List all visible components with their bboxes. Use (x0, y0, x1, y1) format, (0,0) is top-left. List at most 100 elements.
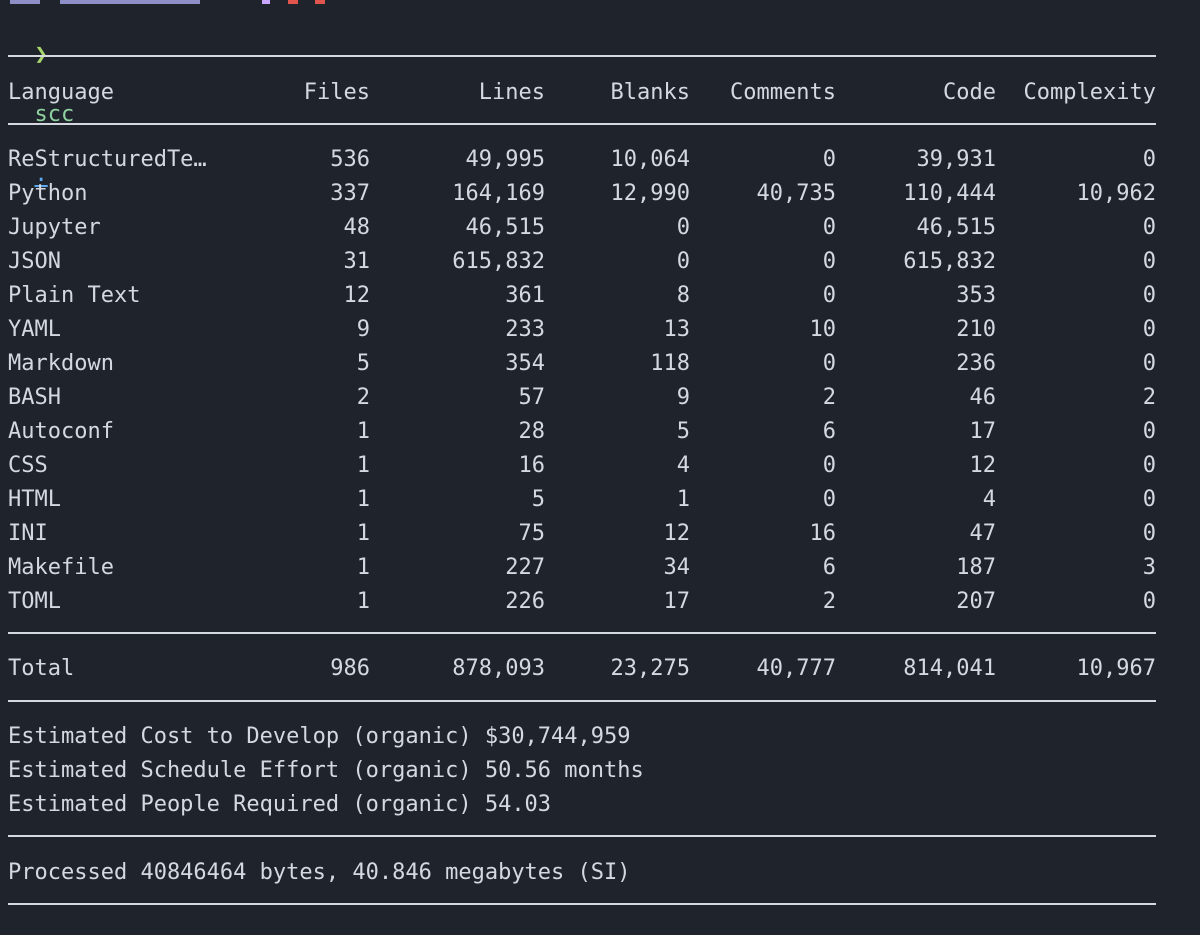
header-language: Language (8, 80, 114, 105)
total-complexity: 10,967 (1076, 656, 1156, 681)
table-row: Plain Text 12 361 8 0 353 0 (8, 281, 1156, 311)
cell-files: 1 (356, 453, 370, 478)
table-row: Python 337 164,169 12,990 40,735 110,444… (8, 179, 1156, 209)
cell-complexity: 0 (1142, 453, 1156, 478)
table-row: CSS 1 16 4 0 12 0 (8, 451, 1156, 481)
cell-lines: 28 (518, 419, 546, 444)
cell-files: 337 (330, 181, 370, 206)
total-blanks: 23,275 (610, 656, 690, 681)
processed-summary: Processed 40846464 bytes, 40.846 megabyt… (8, 860, 631, 885)
cell-comments: 0 (822, 283, 836, 308)
cell-language: INI (8, 521, 48, 546)
cell-comments: 0 (822, 453, 836, 478)
total-files: 986 (330, 656, 370, 681)
cell-files: 5 (356, 351, 370, 376)
cell-complexity: 0 (1142, 589, 1156, 614)
cell-blanks: 12 (663, 521, 691, 546)
cell-code: 210 (956, 317, 996, 342)
cell-language: BASH (8, 385, 61, 410)
cell-complexity: 0 (1142, 521, 1156, 546)
cell-language: ReStructuredTe… (8, 147, 207, 172)
cell-code: 12 (969, 453, 997, 478)
header-blanks: Blanks (610, 80, 690, 105)
cell-code: 236 (956, 351, 996, 376)
cell-files: 12 (343, 283, 371, 308)
cell-code: 207 (956, 589, 996, 614)
table-row: TOML 1 226 17 2 207 0 (8, 587, 1156, 617)
cell-code: 46,515 (916, 215, 996, 240)
table-row: YAML 9 233 13 10 210 0 (8, 315, 1156, 345)
rule-before-total (8, 632, 1156, 634)
cell-code: 17 (969, 419, 997, 444)
cell-complexity: 3 (1142, 555, 1156, 580)
cell-lines: 361 (505, 283, 545, 308)
cell-blanks: 1 (676, 487, 690, 512)
cell-files: 1 (356, 487, 370, 512)
cell-language: Autoconf (8, 419, 114, 444)
cell-blanks: 0 (676, 215, 690, 240)
table-header-row: Language Files Lines Blanks Comments Cod… (8, 78, 1156, 108)
cell-code: 110,444 (903, 181, 996, 206)
cell-blanks: 10,064 (610, 147, 690, 172)
cell-lines: 49,995 (465, 147, 545, 172)
cell-comments: 6 (822, 555, 836, 580)
cell-language: YAML (8, 317, 61, 342)
cell-files: 9 (356, 317, 370, 342)
table-row: Markdown 5 354 118 0 236 0 (8, 349, 1156, 379)
total-label: Total (8, 656, 75, 681)
table-row: Jupyter 48 46,515 0 0 46,515 0 (8, 213, 1156, 243)
cell-code: 615,832 (903, 249, 996, 274)
cell-complexity: 0 (1142, 351, 1156, 376)
cell-lines: 227 (505, 555, 545, 580)
cell-complexity: 0 (1142, 419, 1156, 444)
cell-blanks: 118 (650, 351, 690, 376)
cell-blanks: 13 (663, 317, 691, 342)
header-files: Files (303, 80, 370, 105)
cell-blanks: 4 (676, 453, 690, 478)
cell-lines: 57 (518, 385, 546, 410)
cell-comments: 10 (809, 317, 837, 342)
cell-language: TOML (8, 589, 61, 614)
table-row: INI 1 75 12 16 47 0 (8, 519, 1156, 549)
cell-lines: 75 (518, 521, 546, 546)
cell-blanks: 8 (676, 283, 690, 308)
cell-blanks: 34 (663, 555, 691, 580)
shell-prompt: ❯ scc . (8, 10, 75, 187)
rule-header (8, 123, 1156, 125)
cell-language: Markdown (8, 351, 114, 376)
cell-lines: 354 (505, 351, 545, 376)
table-row: ReStructuredTe… 536 49,995 10,064 0 39,9… (8, 145, 1156, 175)
cell-comments: 0 (822, 249, 836, 274)
cell-code: 4 (982, 487, 996, 512)
cell-comments: 6 (822, 419, 836, 444)
cell-comments: 0 (822, 215, 836, 240)
cell-files: 31 (343, 249, 371, 274)
cell-language: HTML (8, 487, 61, 512)
rule-top (8, 55, 1156, 57)
header-comments: Comments (730, 80, 836, 105)
header-lines: Lines (478, 80, 545, 105)
cell-files: 1 (356, 589, 370, 614)
cell-comments: 0 (822, 487, 836, 512)
cell-code: 353 (956, 283, 996, 308)
header-code: Code (943, 80, 996, 105)
rule-bottom (8, 903, 1156, 905)
cell-complexity: 0 (1142, 147, 1156, 172)
table-row: JSON 31 615,832 0 0 615,832 0 (8, 247, 1156, 277)
previous-output-strip (0, 0, 340, 4)
cell-comments: 40,735 (756, 181, 836, 206)
cell-lines: 16 (518, 453, 546, 478)
cell-lines: 5 (531, 487, 545, 512)
table-row: Makefile 1 227 34 6 187 3 (8, 553, 1156, 583)
rule-after-total (8, 700, 1156, 702)
table-row: BASH 2 57 9 2 46 2 (8, 383, 1156, 413)
cell-code: 187 (956, 555, 996, 580)
cell-language: Plain Text (8, 283, 141, 308)
estimate-schedule: Estimated Schedule Effort (organic) 50.5… (8, 758, 644, 783)
total-code: 814,041 (903, 656, 996, 681)
cell-blanks: 12,990 (610, 181, 690, 206)
cell-blanks: 0 (676, 249, 690, 274)
header-complexity: Complexity (1023, 80, 1156, 105)
cell-blanks: 5 (676, 419, 690, 444)
cell-lines: 615,832 (452, 249, 545, 274)
